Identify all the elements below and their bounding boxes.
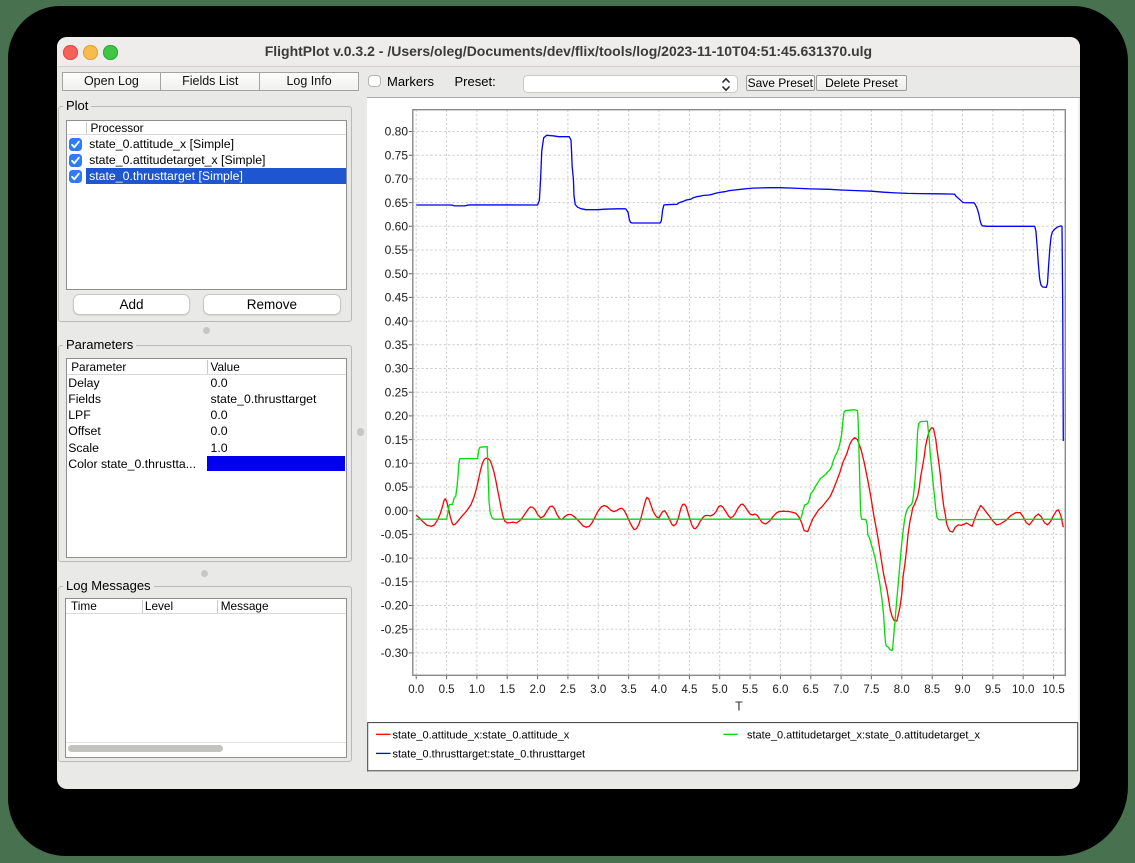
svg-text:0.40: 0.40 <box>385 315 409 329</box>
svg-text:4.5: 4.5 <box>681 684 697 696</box>
svg-text:0.75: 0.75 <box>385 149 409 163</box>
svg-text:6.5: 6.5 <box>803 684 819 696</box>
svg-text:0.05: 0.05 <box>385 480 409 494</box>
svg-text:0.20: 0.20 <box>385 409 409 423</box>
svg-text:0.00: 0.00 <box>385 504 409 518</box>
svg-text:-0.05: -0.05 <box>381 528 409 542</box>
svg-text:state_0.attitude_x:state_0.att: state_0.attitude_x:state_0.attitude_x <box>393 730 570 742</box>
svg-text:0.0: 0.0 <box>408 684 424 696</box>
svg-text:5.5: 5.5 <box>742 684 758 696</box>
svg-text:0.30: 0.30 <box>385 362 409 376</box>
svg-text:0.70: 0.70 <box>385 172 409 186</box>
svg-text:0.25: 0.25 <box>385 386 409 400</box>
svg-text:9.0: 9.0 <box>955 684 971 696</box>
svg-text:0.5: 0.5 <box>439 684 455 696</box>
svg-text:state_0.attitudetarget_x:state: state_0.attitudetarget_x:state_0.attitud… <box>747 730 980 742</box>
svg-text:10.5: 10.5 <box>1042 684 1064 696</box>
svg-text:state_0.thrusttarget:state_0.t: state_0.thrusttarget:state_0.thrusttarge… <box>393 749 586 761</box>
svg-text:3.5: 3.5 <box>621 684 637 696</box>
svg-text:9.5: 9.5 <box>985 684 1001 696</box>
svg-text:6.0: 6.0 <box>772 684 788 696</box>
svg-text:-0.15: -0.15 <box>381 575 409 589</box>
svg-text:10.0: 10.0 <box>1012 684 1034 696</box>
svg-text:5.0: 5.0 <box>712 684 728 696</box>
svg-text:8.5: 8.5 <box>924 684 940 696</box>
svg-text:0.15: 0.15 <box>385 433 409 447</box>
svg-text:8.0: 8.0 <box>894 684 910 696</box>
svg-text:T: T <box>735 700 743 714</box>
svg-text:3.0: 3.0 <box>590 684 606 696</box>
svg-text:7.0: 7.0 <box>833 684 849 696</box>
svg-text:4.0: 4.0 <box>651 684 667 696</box>
svg-text:0.50: 0.50 <box>385 267 409 281</box>
svg-text:0.35: 0.35 <box>385 338 409 352</box>
svg-text:7.5: 7.5 <box>863 684 879 696</box>
svg-text:1.5: 1.5 <box>499 684 515 696</box>
svg-text:0.80: 0.80 <box>385 125 409 139</box>
svg-text:0.10: 0.10 <box>385 457 409 471</box>
svg-text:1.0: 1.0 <box>469 684 485 696</box>
svg-text:0.55: 0.55 <box>385 243 409 257</box>
svg-text:0.45: 0.45 <box>385 291 409 305</box>
svg-text:0.60: 0.60 <box>385 220 409 234</box>
svg-text:0.65: 0.65 <box>385 196 409 210</box>
svg-text:-0.25: -0.25 <box>381 623 409 637</box>
svg-text:-0.20: -0.20 <box>381 599 409 613</box>
svg-text:-0.10: -0.10 <box>381 552 409 566</box>
svg-text:2.5: 2.5 <box>560 684 576 696</box>
svg-text:2.0: 2.0 <box>530 684 546 696</box>
svg-text:-0.30: -0.30 <box>381 646 409 660</box>
